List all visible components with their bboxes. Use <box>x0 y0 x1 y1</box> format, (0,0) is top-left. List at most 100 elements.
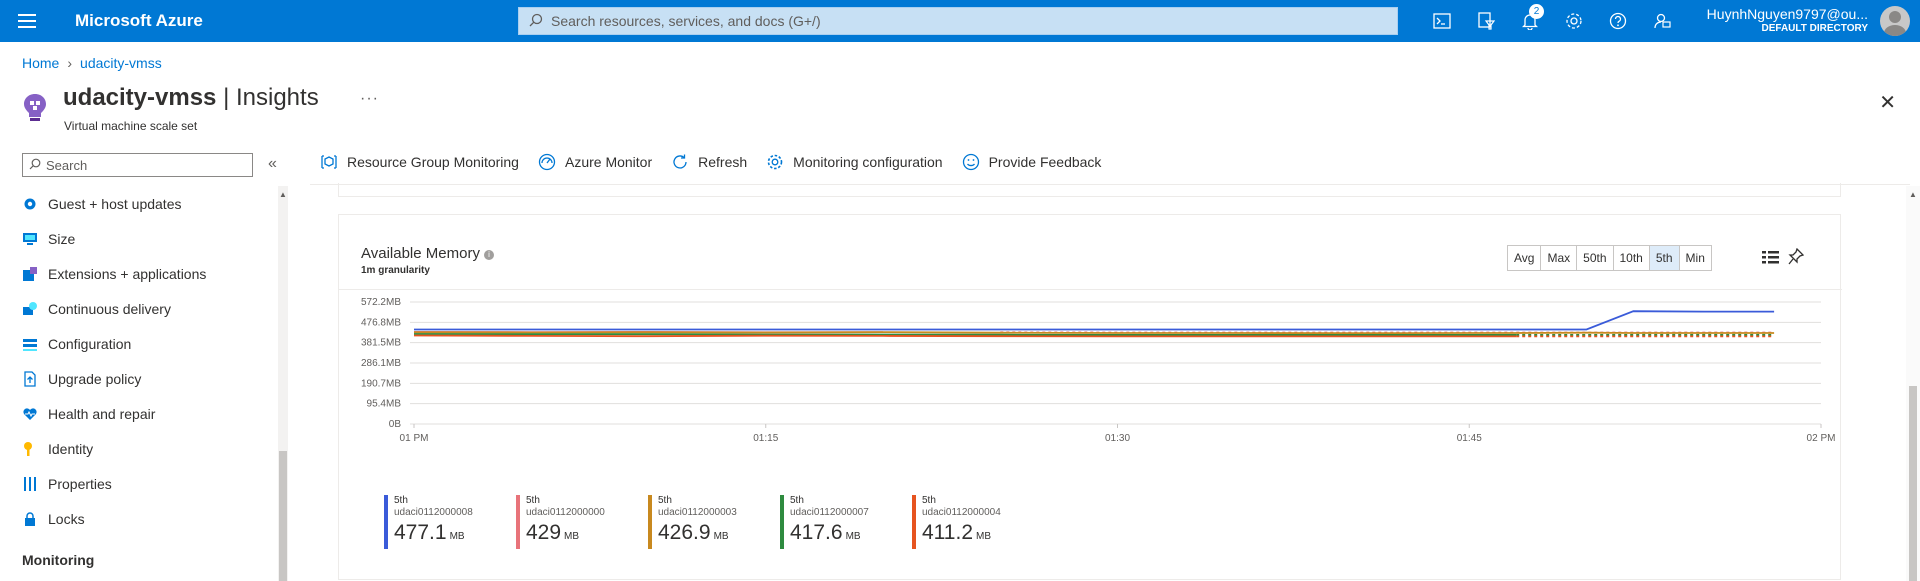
series-line <box>413 333 1517 336</box>
delivery-icon <box>22 301 38 317</box>
sidebar-item-upgrade-policy[interactable]: Upgrade policy <box>22 361 280 396</box>
agg-5th-button[interactable]: 5th <box>1649 246 1680 270</box>
config-icon <box>22 336 38 352</box>
agg-min-button[interactable]: Min <box>1680 246 1711 270</box>
sidebar-item-label: Health and repair <box>48 405 156 422</box>
y-tick-label: 476.8MB <box>361 317 401 328</box>
lock-icon <box>22 511 38 527</box>
more-options-icon[interactable]: ··· <box>360 90 379 108</box>
legend-percentile: 5th <box>922 495 936 506</box>
info-icon[interactable]: i <box>483 250 494 260</box>
scroll-up-icon[interactable]: ▲ <box>1909 190 1917 199</box>
x-tick-label: 01:15 <box>753 433 778 444</box>
legend-item[interactable]: 5th udaci0112000007 417.6 MB <box>780 495 912 549</box>
available-memory-chart: 572.2MB 476.8MB 381.5MB 286.1MB 190.7MB 95.4M… <box>361 297 1835 444</box>
sidebar-item-continuous-delivery[interactable]: Continuous delivery <box>22 291 280 326</box>
upgrade-icon <box>22 370 38 387</box>
avatar[interactable] <box>1880 6 1910 36</box>
pin-icon[interactable] <box>1788 247 1805 271</box>
legend-value: 429 MB <box>526 521 580 544</box>
resource-group-monitoring-button[interactable]: Resource Group Monitoring <box>320 153 519 171</box>
sidebar-scroll-thumb[interactable] <box>279 451 287 581</box>
legend-series-name: udaci0112000004 <box>922 507 1001 518</box>
sidebar-item-health-repair[interactable]: Health and repair <box>22 396 280 431</box>
azure-monitor-button[interactable]: Azure Monitor <box>538 153 652 171</box>
sidebar-item-extensions[interactable]: Extensions + applications <box>22 256 280 291</box>
agg-10th-button[interactable]: 10th <box>1614 246 1650 270</box>
legend-value: 477.1 MB <box>394 521 465 544</box>
legend-value: 411.2 MB <box>922 521 991 544</box>
sidebar-search-input[interactable]: Search <box>22 153 253 177</box>
sidebar-item-properties[interactable]: Properties <box>22 466 280 501</box>
y-tick-label: 0B <box>389 419 402 430</box>
y-tick-label: 286.1MB <box>361 358 401 369</box>
series-line <box>413 331 1775 335</box>
legend-unit: MB <box>713 531 729 542</box>
legend-item[interactable]: 5th udaci0112000008 477.1 MB <box>384 495 516 549</box>
scroll-up-icon[interactable]: ▲ <box>279 190 287 199</box>
agg-avg-button[interactable]: Avg <box>1508 246 1542 270</box>
search-placeholder: Search resources, services, and docs (G+… <box>551 13 821 29</box>
monitor-gauge-icon <box>538 153 556 171</box>
command-label: Resource Group Monitoring <box>347 154 519 170</box>
help-icon[interactable] <box>1596 9 1640 33</box>
account-menu[interactable]: HuynhNguyen9797@ou... DEFAULT DIRECTORY <box>1707 6 1868 34</box>
available-memory-card: Available Memory i 1m granularity Avg Max… <box>338 214 1842 580</box>
legend-unit: MB <box>449 531 465 542</box>
breadcrumb-home[interactable]: Home <box>22 55 59 71</box>
close-icon[interactable]: ✕ <box>1879 90 1896 115</box>
refresh-button[interactable]: Refresh <box>671 153 747 171</box>
legend-item[interactable]: 5th udaci0112000000 429 MB <box>516 495 648 549</box>
chevron-right-icon: › <box>67 55 73 71</box>
monitoring-configuration-button[interactable]: Monitoring configuration <box>766 153 943 171</box>
legend-item[interactable]: 5th udaci0112000004 411.2 MB <box>912 495 1044 549</box>
sidebar-item-label: Extensions + applications <box>48 265 207 282</box>
legend-percentile: 5th <box>658 495 672 506</box>
card-title-text: Available Memory <box>361 245 480 262</box>
sidebar-item-label: Size <box>48 230 76 247</box>
main-scroll-thumb[interactable] <box>1909 386 1917 581</box>
sidebar-item-label: Locks <box>48 510 85 527</box>
legend-item[interactable]: 5th udaci0112000003 426.9 MB <box>648 495 780 549</box>
menu-icon[interactable] <box>18 14 36 28</box>
main-scrollbar[interactable]: ▲ <box>1906 186 1920 581</box>
search-icon <box>29 158 41 173</box>
directory-filter-icon[interactable] <box>1464 9 1508 33</box>
sidebar-scrollbar[interactable]: ▲ <box>278 186 288 581</box>
toggle-legend-icon[interactable] <box>1762 250 1780 269</box>
notifications-icon[interactable]: 2 <box>1508 4 1552 33</box>
sidebar-item-label: Upgrade policy <box>48 370 142 387</box>
sidebar-item-guest-host-updates[interactable]: Guest + host updates <box>22 186 280 221</box>
feedback-icon[interactable] <box>1640 9 1684 33</box>
cloud-shell-icon[interactable] <box>1420 9 1464 33</box>
legend-percentile: 5th <box>394 495 408 506</box>
y-tick-label: 190.7MB <box>361 378 401 389</box>
sidebar-item-size[interactable]: Size <box>22 221 280 256</box>
legend-series-name: udaci0112000008 <box>394 507 473 518</box>
card-title: Available Memory i <box>361 245 494 262</box>
brand-title[interactable]: Microsoft Azure <box>75 11 203 31</box>
legend-value: 417.6 MB <box>790 521 861 544</box>
settings-icon[interactable] <box>1552 9 1596 33</box>
agg-max-button[interactable]: Max <box>1541 246 1578 270</box>
sidebar-item-configuration[interactable]: Configuration <box>22 326 280 361</box>
sidebar-item-label: Properties <box>48 475 112 492</box>
granularity-label: 1m granularity <box>361 265 430 276</box>
legend-percentile: 5th <box>790 495 804 506</box>
global-search-input[interactable]: Search resources, services, and docs (G+… <box>518 7 1398 35</box>
legend-percentile: 5th <box>526 495 540 506</box>
heart-icon <box>22 406 38 422</box>
legend-value: 426.9 MB <box>658 521 729 544</box>
collapse-sidebar-icon[interactable]: « <box>268 155 277 173</box>
sidebar-item-locks[interactable]: Locks <box>22 501 280 536</box>
breadcrumb-resource[interactable]: udacity-vmss <box>80 55 162 71</box>
agg-50th-button[interactable]: 50th <box>1577 246 1614 270</box>
y-tick-label: 572.2MB <box>361 297 401 308</box>
user-directory: DEFAULT DIRECTORY <box>1761 23 1868 34</box>
legend-series-name: udaci0112000000 <box>526 507 605 518</box>
smiley-icon <box>962 153 980 171</box>
page-subtitle: Virtual machine scale set <box>64 119 198 133</box>
sidebar-item-identity[interactable]: Identity <box>22 431 280 466</box>
user-name: HuynhNguyen9797@ou... <box>1706 6 1868 22</box>
provide-feedback-button[interactable]: Provide Feedback <box>962 153 1101 171</box>
